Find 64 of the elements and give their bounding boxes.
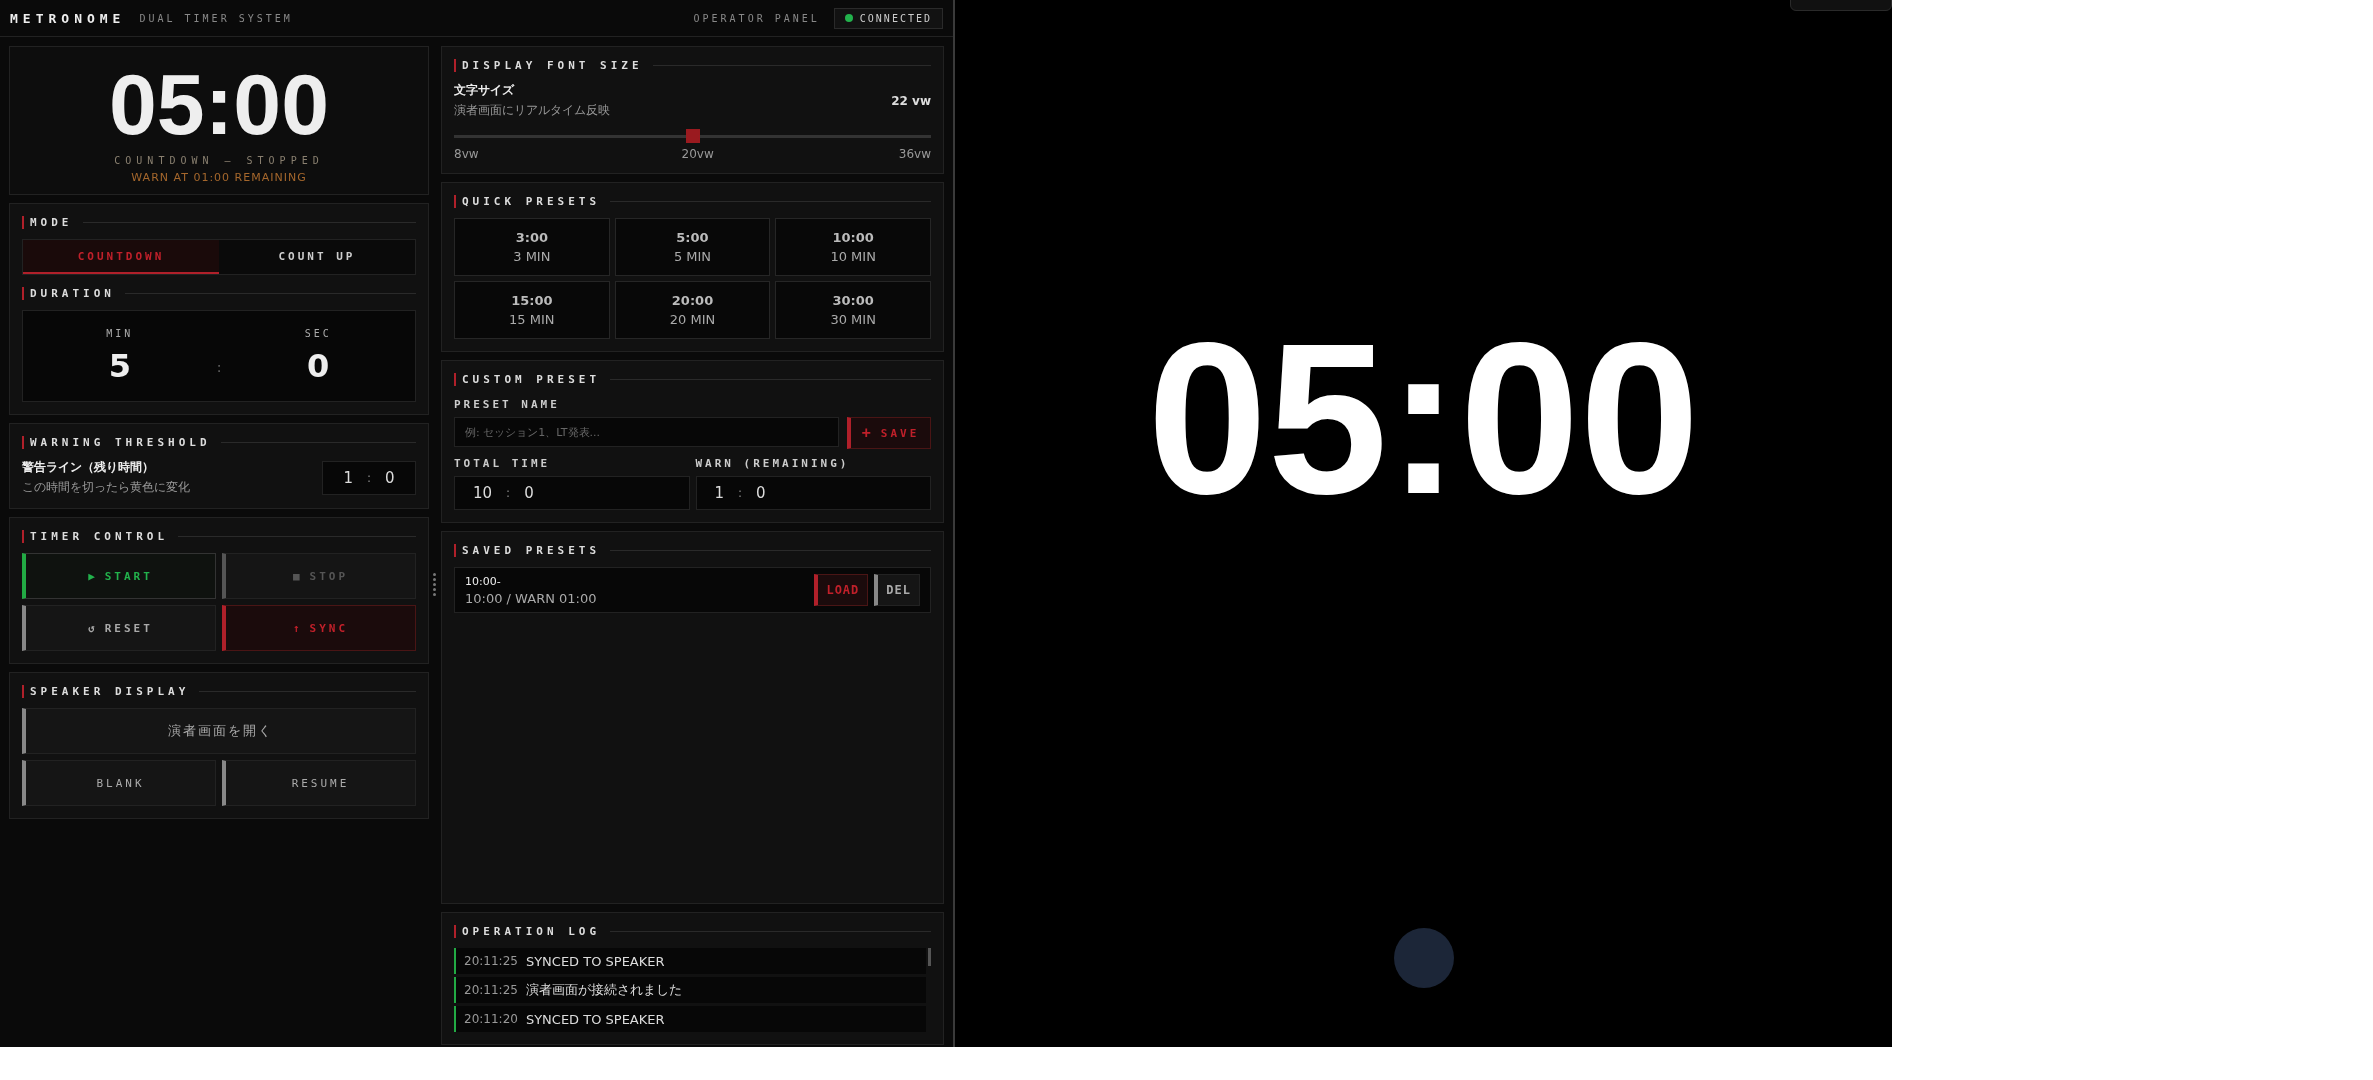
slider-thumb[interactable] (685, 129, 700, 143)
log-message: SYNCED TO SPEAKER (525, 953, 665, 969)
reset-button[interactable]: ↺ RESET (22, 605, 216, 651)
field-label: PRESET NAME (454, 398, 561, 411)
circle-icon[interactable] (1394, 928, 1454, 988)
preset-detail: 10:00 / WARN 01:00 (465, 590, 597, 606)
log-message: SYNCED TO SPEAKER (525, 1011, 665, 1027)
warning-time-field[interactable]: 1 : 0 (322, 460, 416, 495)
mode-tab[interactable]: COUNT UP (219, 240, 415, 274)
font-size-label: 文字サイズ (454, 82, 516, 99)
preset-button[interactable]: 30:00 30 MIN (775, 281, 931, 339)
section-title: WARNING THRESHOLD (22, 436, 211, 449)
section-title: MODE (22, 216, 73, 229)
slider-tick-label: 8vw (454, 147, 479, 161)
preset-button[interactable]: 5:00 5 MIN (614, 218, 771, 276)
log-time: 20:11:20 (464, 1012, 518, 1026)
log-time: 20:11:25 (464, 954, 518, 968)
field-label: WARN (REMAINING) (695, 457, 851, 470)
font-size-value: 22 vw (891, 93, 931, 108)
app-logo: METRONOME (10, 10, 126, 26)
speaker-button[interactable]: 演者画面を開く (22, 708, 416, 754)
min-label: MIN (106, 327, 134, 339)
status-label: CONNECTED (859, 12, 932, 24)
scrollbar-thumb[interactable] (928, 948, 931, 966)
slider-tick-label: 36vw (898, 147, 931, 161)
preset-button[interactable]: 3:00 3 MIN (454, 218, 610, 276)
section-title: OPERATION LOG (454, 925, 601, 938)
timer-state: COUNTDOWN — STOPPED (114, 155, 324, 166)
log-time: 20:11:25 (464, 983, 518, 997)
preset-button[interactable]: 10:00 10 MIN (775, 218, 931, 276)
section-title: DURATION (22, 287, 115, 300)
app-subtitle: DUAL TIMER SYSTEM (139, 12, 293, 24)
speaker-button[interactable]: BLANK (22, 760, 216, 806)
start-button[interactable]: ▶ START (22, 553, 216, 599)
font-size-hint: 演者画面にリアルタイム反映 (454, 102, 610, 119)
preset-name-field[interactable]: 例: セッション1、LT発表... (454, 417, 839, 447)
section-title: SPEAKER DISPLAY (22, 685, 190, 698)
speaker-button[interactable]: RESUME (222, 760, 416, 806)
delete-button[interactable]: DEL (874, 574, 920, 606)
timer-display: 05:00 (109, 61, 329, 147)
min-value: 5 (108, 346, 131, 385)
sec-value: 0 (307, 346, 330, 385)
resize-handle-icon[interactable] (433, 573, 437, 596)
section-title: SAVED PRESETS (454, 544, 601, 557)
sec-label: SEC (304, 327, 332, 339)
panel-label: OPERATOR PANEL (693, 12, 820, 24)
section-title: QUICK PRESETS (454, 195, 601, 208)
warning-note: WARN AT 01:00 REMAINING (131, 171, 307, 184)
section-title: TIMER CONTROL (22, 530, 169, 543)
duration-field[interactable]: MIN 5 : SEC 0 (22, 310, 416, 402)
warning-hint: この時間を切ったら黄色に変化 (22, 479, 190, 496)
field-label: TOTAL TIME (454, 457, 552, 470)
preset-button[interactable]: 15:00 15 MIN (454, 281, 610, 339)
separator: : (216, 358, 222, 375)
speaker-timer: 05:00 (1147, 296, 1700, 541)
warn-time-field[interactable]: 1 : 0 (695, 476, 931, 510)
preset-button[interactable]: 20:00 20 MIN (614, 281, 771, 339)
warning-label: 警告ライン（残り時間） (22, 459, 155, 476)
preset-name: 10:00- (465, 574, 502, 588)
total-time-field[interactable]: 10 : 0 (454, 476, 690, 510)
slider-tick-label: 20vw (681, 147, 714, 161)
section-title: DISPLAY FONT SIZE (454, 59, 643, 72)
section-title: CUSTOM PRESET (454, 373, 601, 386)
log-message: 演者画面が接続されました (525, 981, 682, 999)
